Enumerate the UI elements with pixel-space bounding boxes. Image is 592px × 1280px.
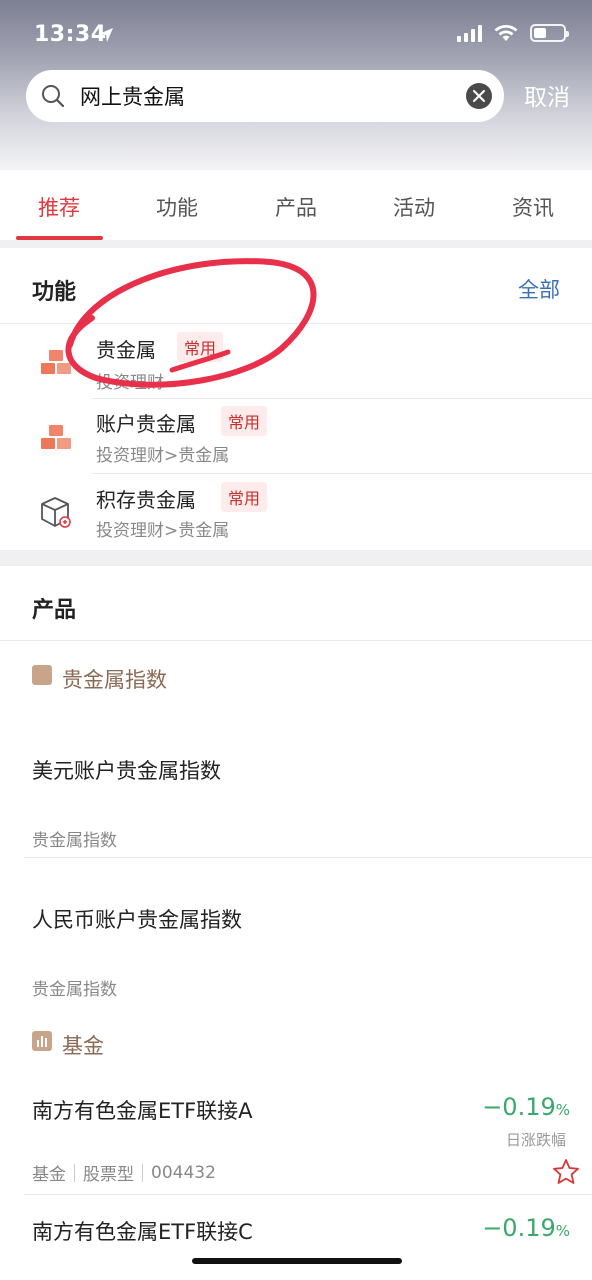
fund-daily-change: −0.19%	[482, 1093, 570, 1121]
tab-products[interactable]: 产品	[237, 192, 355, 222]
function-name: 积存贵金属	[96, 488, 196, 512]
battery-icon	[530, 24, 569, 42]
category-label-fund: 基金	[62, 1034, 104, 1058]
fund-name[interactable]: 南方有色金属ETF联接C	[32, 1216, 253, 1246]
index-category-icon	[32, 665, 52, 685]
tab-news[interactable]: 资讯	[474, 192, 592, 222]
search-bar[interactable]	[26, 70, 504, 122]
product-subtitle: 贵金属指数	[32, 831, 117, 851]
location-arrow-icon	[99, 28, 113, 42]
product-title[interactable]: 人民币账户贵金属指数	[32, 904, 242, 934]
tab-activities[interactable]: 活动	[355, 192, 473, 222]
fund-daily-change: −0.19%	[482, 1214, 570, 1242]
status-bar: 13:34	[0, 0, 592, 70]
package-box-icon	[41, 497, 71, 528]
common-badge: 常用	[177, 332, 224, 362]
function-name: 账户贵金属	[96, 412, 196, 436]
search-input[interactable]	[80, 84, 440, 108]
function-path: 投资理财>贵金属	[96, 446, 230, 466]
functions-title: 功能	[32, 280, 77, 305]
fund-category-icon	[32, 1031, 52, 1051]
cancel-button[interactable]: 取消	[524, 78, 570, 112]
clear-search-icon[interactable]	[466, 83, 492, 109]
fund-code: 004432	[151, 1162, 216, 1183]
tab-bar: 推荐 功能 产品 活动 资讯	[0, 170, 592, 240]
common-badge: 常用	[221, 482, 268, 512]
function-item-precious-metals[interactable]: 贵金属 常用 投资理财	[0, 324, 592, 400]
home-indicator[interactable]	[192, 1258, 402, 1264]
divider	[24, 857, 592, 858]
tab-functions[interactable]: 功能	[118, 192, 236, 222]
view-all-link[interactable]: 全部	[518, 274, 560, 304]
divider	[0, 640, 592, 641]
function-item-accumulated-precious-metals[interactable]: 积存贵金属 常用 投资理财>贵金属	[0, 474, 592, 550]
wifi-icon	[494, 25, 518, 41]
section-gap	[0, 550, 592, 566]
cellular-signal-icon	[457, 24, 482, 42]
product-subtitle: 贵金属指数	[32, 980, 117, 1000]
favorite-star-icon[interactable]	[552, 1158, 580, 1186]
gold-bars-icon	[41, 425, 71, 449]
fund-tags: 基金 股票型 004432	[32, 1160, 216, 1186]
status-time: 13:34	[34, 22, 107, 47]
function-name: 贵金属	[96, 338, 156, 362]
function-path: 投资理财>贵金属	[96, 521, 230, 541]
tab-recommend[interactable]: 推荐	[0, 192, 118, 222]
divider	[0, 240, 592, 248]
product-title[interactable]: 美元账户贵金属指数	[32, 755, 221, 785]
fund-tag: 基金	[32, 1165, 66, 1185]
divider	[24, 1194, 592, 1195]
products-title: 产品	[32, 598, 77, 623]
function-item-account-precious-metals[interactable]: 账户贵金属 常用 投资理财>贵金属	[0, 399, 592, 475]
common-badge: 常用	[221, 406, 268, 436]
gold-bars-icon	[41, 350, 71, 374]
search-icon	[42, 85, 65, 108]
fund-name[interactable]: 南方有色金属ETF联接A	[32, 1095, 253, 1125]
fund-tag: 股票型	[83, 1165, 134, 1185]
fund-change-label: 日涨跌幅	[505, 1131, 566, 1149]
category-label-index: 贵金属指数	[62, 668, 167, 692]
function-path: 投资理财	[96, 373, 164, 393]
